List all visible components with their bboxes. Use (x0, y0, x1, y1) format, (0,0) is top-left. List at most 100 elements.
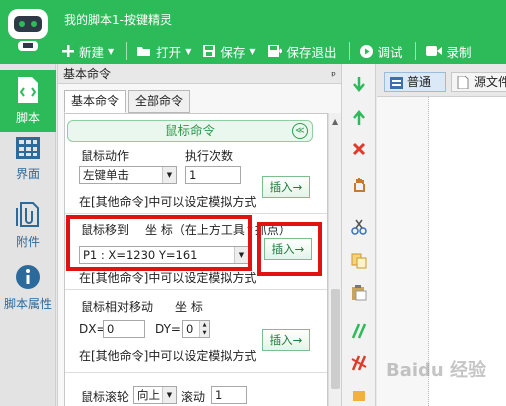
dy-value: 0 (186, 322, 194, 336)
command-tabs: 基本命令 全部命令 (64, 90, 192, 113)
panel-scrollbar[interactable]: ▲ (328, 113, 342, 406)
insert-click-button[interactable]: 插入→ (262, 176, 310, 198)
copy-icon[interactable] (350, 252, 368, 270)
play-icon (359, 44, 373, 58)
record-button[interactable]: 录制 (425, 42, 472, 61)
uncomment-icon[interactable] (350, 354, 368, 372)
simulation-note: 在[其他命令]中可以设定模拟方式 (79, 195, 257, 209)
toolbar-divider (348, 42, 350, 60)
sidebar-item-label: 附件 (15, 235, 40, 249)
app-title: 我的脚本1-按键精灵 (64, 13, 172, 27)
save-icon (203, 45, 216, 57)
tab-source-label: 源文件 (474, 75, 506, 89)
normal-view-icon (390, 76, 403, 94)
sidebar-item-properties[interactable]: 脚本属性 (0, 264, 56, 320)
exec-count-input[interactable]: 1 (185, 166, 241, 184)
editor-icon-strip (341, 64, 376, 406)
highlight-coordinate-box (66, 215, 252, 271)
toolbar-divider (414, 42, 416, 60)
panel-header: 基本命令 ᵖ (58, 64, 342, 84)
save-exit-label: 保存退出 (286, 44, 337, 60)
toolbar-divider (126, 42, 128, 60)
sidebar-item-attachment[interactable]: 附件 (0, 200, 56, 254)
delete-icon[interactable] (350, 140, 368, 158)
new-button[interactable]: 新建 ▼ (62, 42, 114, 61)
pin-icon[interactable]: ᵖ (331, 66, 336, 86)
plus-icon (62, 45, 74, 57)
editor-tab-bar: 普通 源文件 (377, 64, 506, 97)
exec-count-label: 执行次数 (185, 149, 234, 163)
divider (65, 289, 327, 290)
simulation-note: 在[其他命令]中可以设定模拟方式 (79, 349, 257, 363)
chevron-down-icon[interactable]: ▼ (185, 47, 191, 56)
tab-basic-commands[interactable]: 基本命令 (64, 90, 127, 113)
debug-label: 调试 (377, 44, 403, 60)
mouse-group-title: 鼠标命令 (164, 123, 215, 138)
spinner-icon[interactable]: ▲ ▼ (199, 321, 209, 337)
dx-input[interactable]: 0 (103, 320, 145, 338)
arrow-down-icon[interactable] (350, 76, 368, 94)
attachment-icon (15, 202, 41, 231)
left-sidebar: 脚本 界面 附件 脚本属性 (0, 64, 56, 406)
save-exit-button[interactable]: 保存退出 (267, 42, 337, 61)
collapse-icon[interactable]: ≪ (292, 123, 308, 139)
sidebar-item-label: 界面 (15, 167, 40, 181)
sidebar-item-ui[interactable]: 界面 (0, 136, 56, 188)
save-button[interactable]: 保存 ▼ (203, 42, 256, 61)
tab-all-commands[interactable]: 全部命令 (128, 90, 191, 113)
sidebar-item-script[interactable]: 脚本 (0, 70, 56, 132)
app-logo-icon (6, 5, 50, 55)
save-label: 保存 (220, 44, 246, 60)
folder-icon (137, 45, 151, 57)
wheel-direction-value: 向上 (137, 388, 160, 402)
grid-icon (15, 137, 41, 163)
mouse-action-label: 鼠标动作 (81, 149, 130, 163)
record-label: 录制 (446, 44, 472, 60)
tab-source-view[interactable]: 源文件 (451, 72, 506, 92)
scroll-up-icon[interactable]: ▲ (332, 117, 338, 126)
divider (65, 372, 327, 373)
wheel-direction-select[interactable]: 向上 ▼ (133, 386, 177, 404)
relative-move-label: 鼠标相对移动 (81, 300, 154, 314)
scroll-thumb[interactable] (331, 289, 340, 389)
panel-title: 基本命令 (63, 67, 112, 81)
open-button[interactable]: 打开 ▼ (137, 42, 191, 61)
open-label: 打开 (156, 44, 182, 60)
divider (65, 213, 327, 214)
dy-input[interactable]: 0 ▲ ▼ (182, 320, 210, 338)
hand-icon[interactable] (350, 176, 368, 194)
tab-normal-label: 普通 (407, 75, 432, 89)
script-icon (16, 77, 40, 107)
wheel-scroll-label: 滚动 (181, 390, 206, 404)
relative-coordinate-label: 坐 标 (175, 300, 203, 314)
simulation-note: 在[其他命令]中可以设定模拟方式 (79, 271, 257, 285)
chevron-down-icon[interactable]: ▼ (249, 47, 255, 56)
highlight-insert-box (257, 222, 322, 276)
chevron-down-icon[interactable]: ▼ (162, 167, 176, 183)
mouse-group-header[interactable]: 鼠标命令 ≪ (67, 120, 313, 142)
arrow-up-icon[interactable] (350, 108, 368, 126)
mouse-action-select[interactable]: 左键单击 ▼ (79, 166, 177, 184)
main-toolbar: 新建 ▼ 打开 ▼ 保存 ▼ 保存退出 调试 录制 (62, 40, 484, 62)
video-camera-icon (425, 45, 442, 57)
debug-button[interactable]: 调试 (359, 42, 403, 61)
dy-label: DY= (155, 322, 181, 336)
comment-icon[interactable] (350, 322, 368, 340)
save-exit-icon (267, 45, 282, 57)
chevron-down-icon[interactable]: ▼ (162, 387, 176, 403)
info-icon (15, 265, 41, 293)
dx-value: 0 (107, 322, 115, 336)
mouse-action-value: 左键单击 (83, 168, 129, 182)
cut-icon[interactable] (350, 218, 368, 236)
wheel-amount-input[interactable]: 1 (211, 386, 247, 404)
sidebar-item-label: 脚本属性 (3, 297, 52, 311)
mouse-wheel-label: 鼠标滚轮 (81, 390, 130, 404)
chevron-down-icon[interactable]: ▼ (108, 47, 114, 56)
tab-normal-view[interactable]: 普通 (384, 72, 446, 92)
sidebar-item-label: 脚本 (15, 111, 40, 125)
source-file-icon (457, 75, 469, 91)
watermark: Baidu 经验 (386, 360, 487, 381)
tool-icon[interactable] (350, 386, 368, 404)
insert-relative-button[interactable]: 插入→ (262, 329, 310, 351)
paste-icon[interactable] (350, 284, 368, 302)
